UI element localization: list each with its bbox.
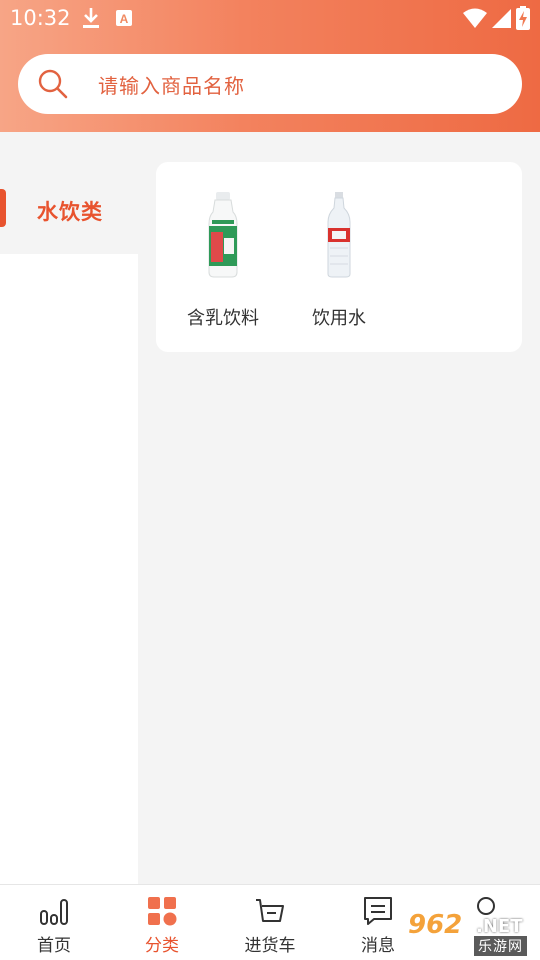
sidebar-item-water-drinks[interactable]: 水饮类 [0, 170, 138, 250]
nav-cart[interactable]: 进货车 [216, 885, 324, 960]
watermark-suffix: .NET [476, 916, 523, 937]
message-icon [364, 897, 392, 925]
cart-icon [256, 899, 284, 922]
nav-home[interactable]: 首页 [0, 885, 108, 960]
nav-category[interactable]: 分类 [108, 885, 216, 960]
nav-label: 进货车 [244, 936, 296, 956]
subcategory-card: 含乳饮料 饮用水 [156, 162, 522, 352]
active-indicator [0, 189, 6, 227]
water-bottle-image [284, 192, 394, 282]
product-item[interactable]: 饮用水 [284, 192, 394, 332]
nav-label: 分类 [145, 936, 179, 956]
nav-label: 首页 [37, 936, 71, 956]
search-icon [38, 69, 68, 99]
category-grid-icon [148, 897, 177, 926]
download-icon [80, 6, 102, 30]
svg-text:A: A [120, 12, 129, 26]
watermark-text: 乐游网 [474, 936, 527, 956]
status-time: 10:32 [10, 6, 71, 30]
watermark: 962 .NET 乐游网 [402, 908, 540, 958]
product-name: 饮用水 [312, 308, 366, 329]
wifi-icon [462, 6, 488, 30]
watermark-number: 962 [408, 910, 463, 940]
a-notification-icon: A [114, 6, 134, 30]
signal-icon [490, 6, 512, 30]
header: 10:32 A 请输入商品名称 [0, 0, 540, 132]
product-name: 含乳饮料 [187, 308, 259, 329]
battery-charging-icon [516, 6, 530, 30]
search-input[interactable]: 请输入商品名称 [98, 70, 245, 99]
status-bar: 10:32 A [0, 0, 540, 36]
milk-drink-bottle-image [168, 192, 278, 282]
search-bar[interactable]: 请输入商品名称 [18, 54, 522, 114]
product-item[interactable]: 含乳饮料 [168, 192, 278, 332]
home-bars-icon [40, 899, 68, 925]
sidebar-item-label: 水饮类 [37, 200, 103, 224]
